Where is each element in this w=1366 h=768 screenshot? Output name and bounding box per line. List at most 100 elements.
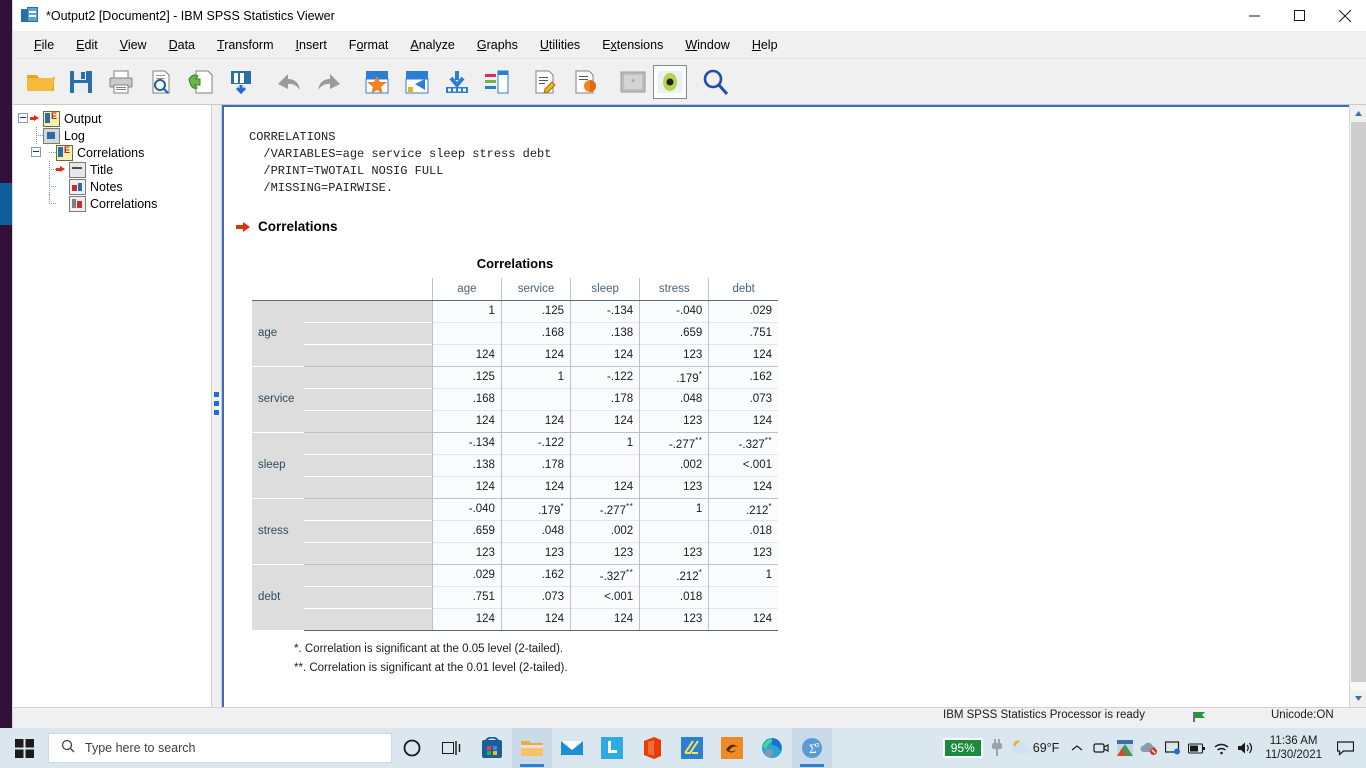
- table-cell[interactable]: 1: [639, 497, 709, 520]
- scroll-down-arrow[interactable]: [1350, 690, 1366, 707]
- splitter-grip[interactable]: [214, 392, 219, 420]
- goto-case-icon[interactable]: [397, 62, 437, 102]
- table-row[interactable]: 123 123 123 123 123: [252, 541, 778, 564]
- redo-icon[interactable]: [309, 62, 349, 102]
- scrollbar-thumb[interactable]: [1351, 122, 1366, 682]
- camera-icon[interactable]: [1089, 728, 1113, 768]
- display-settings-icon[interactable]: [1161, 728, 1185, 768]
- spss-statistics-viewer-icon[interactable]: Σα: [792, 728, 832, 768]
- action-center-icon[interactable]: [1330, 728, 1360, 768]
- menu-item-analyze[interactable]: Analyze: [399, 35, 465, 55]
- collapse-toggle-output[interactable]: [17, 112, 30, 125]
- table-cell[interactable]: .018: [639, 585, 709, 608]
- table-row[interactable]: age 1.125 -.134 -.040.029: [252, 299, 778, 367]
- table-row[interactable]: .751.073 <.001.018: [252, 585, 778, 608]
- table-cell[interactable]: [708, 585, 778, 608]
- table-cell[interactable]: 124: [431, 475, 502, 498]
- table-row[interactable]: stress -.040.179* -.277** 1.212*: [252, 497, 778, 565]
- menu-item-utilities[interactable]: Utilities: [529, 35, 591, 55]
- table-row[interactable]: 124 124 124 123 124: [252, 475, 778, 498]
- table-cell[interactable]: 124: [708, 475, 778, 498]
- table-cell[interactable]: .125: [500, 299, 571, 322]
- menu-item-graphs[interactable]: Graphs: [466, 35, 529, 55]
- export-report-icon[interactable]: [565, 62, 605, 102]
- pane-splitter[interactable]: [211, 105, 222, 707]
- close-button[interactable]: [1322, 0, 1366, 31]
- table-cell[interactable]: .212*: [639, 563, 709, 586]
- output-vertical-scrollbar[interactable]: [1349, 105, 1366, 707]
- export-icon[interactable]: [181, 62, 221, 102]
- table-cell[interactable]: 1: [570, 431, 640, 454]
- output-document-pane[interactable]: CORRELATIONS /VARIABLES=age service slee…: [222, 105, 1349, 707]
- kmplayer-icon[interactable]: [672, 728, 712, 768]
- tree-item-correlations-group[interactable]: Correlations: [13, 144, 211, 161]
- table-cell[interactable]: .162: [500, 563, 571, 586]
- table-cell[interactable]: .073: [500, 585, 571, 608]
- table-cell[interactable]: 123: [639, 607, 709, 631]
- 7zip-icon[interactable]: [1113, 728, 1137, 768]
- table-cell[interactable]: [639, 519, 709, 542]
- table-cell[interactable]: 124: [431, 409, 502, 432]
- tree-item-output[interactable]: Output: [13, 110, 211, 127]
- table-cell[interactable]: .048: [639, 387, 709, 410]
- table-cell[interactable]: -.134: [570, 299, 640, 322]
- promote-icon[interactable]: [437, 62, 477, 102]
- table-cell[interactable]: .048: [500, 519, 571, 542]
- table-cell[interactable]: -.277**: [570, 497, 640, 520]
- table-row[interactable]: service .125 1 -.122.179* .162: [252, 365, 778, 433]
- table-row[interactable]: sleep -.134 -.122 1 -.277** -.327**: [252, 431, 778, 499]
- table-row[interactable]: .168.138.659.751: [252, 321, 778, 344]
- table-cell[interactable]: 124: [708, 409, 778, 432]
- table-cell[interactable]: [570, 453, 640, 476]
- table-cell[interactable]: 124: [708, 343, 778, 366]
- table-cell[interactable]: 124: [570, 409, 640, 432]
- table-cell[interactable]: 124: [570, 343, 640, 366]
- cortana-icon[interactable]: [392, 728, 432, 768]
- print-icon[interactable]: [101, 62, 141, 102]
- open-file-icon[interactable]: [21, 62, 61, 102]
- menu-item-data[interactable]: Data: [158, 35, 206, 55]
- output-navigator-tree[interactable]: Output Log Correlations Title: [13, 105, 211, 707]
- table-cell[interactable]: .212*: [708, 497, 778, 520]
- correlations-table-wrapper[interactable]: Correlations age service sleep stress de…: [252, 256, 778, 678]
- table-cell[interactable]: [431, 321, 502, 344]
- task-view-icon[interactable]: [432, 728, 472, 768]
- table-cell[interactable]: .659: [639, 321, 709, 344]
- menu-item-extensions[interactable]: Extensions: [591, 35, 674, 55]
- battery-percent-badge[interactable]: 95%: [942, 738, 983, 758]
- variables-icon[interactable]: [477, 62, 517, 102]
- menu-item-transform[interactable]: Transform: [206, 35, 285, 55]
- spss-data-editor-icon[interactable]: [712, 728, 752, 768]
- menu-item-insert[interactable]: Insert: [285, 35, 338, 55]
- lockdown-browser-icon[interactable]: [592, 728, 632, 768]
- table-cell[interactable]: 124: [500, 607, 571, 631]
- menu-item-file[interactable]: File: [23, 35, 65, 55]
- table-row[interactable]: 124 124 124 123 124: [252, 343, 778, 366]
- table-row[interactable]: 124 124 124 123 124: [252, 409, 778, 432]
- correlations-output-heading[interactable]: Correlations: [236, 219, 1349, 234]
- table-cell[interactable]: .125: [431, 365, 502, 388]
- correlations-table[interactable]: age service sleep stress debt age 1.125 -.…: [252, 278, 778, 631]
- table-cell[interactable]: 124: [570, 607, 640, 631]
- table-cell[interactable]: 1: [431, 299, 502, 322]
- menu-item-help[interactable]: Help: [741, 35, 789, 55]
- menu-item-format[interactable]: Format: [338, 35, 400, 55]
- table-cell[interactable]: [500, 387, 571, 410]
- table-cell[interactable]: .002: [570, 519, 640, 542]
- table-cell[interactable]: 124: [431, 343, 502, 366]
- table-cell[interactable]: -.277**: [639, 431, 709, 454]
- table-cell[interactable]: 1: [500, 365, 571, 388]
- table-cell[interactable]: 124: [708, 607, 778, 631]
- table-cell[interactable]: .073: [708, 387, 778, 410]
- table-cell[interactable]: 123: [708, 541, 778, 564]
- run-syntax-icon[interactable]: [525, 62, 565, 102]
- table-cell[interactable]: 124: [570, 475, 640, 498]
- table-cell[interactable]: .178: [570, 387, 640, 410]
- table-cell[interactable]: <.001: [570, 585, 640, 608]
- table-cell[interactable]: .138: [431, 453, 502, 476]
- table-cell[interactable]: .168: [431, 387, 502, 410]
- microsoft-office-icon[interactable]: [632, 728, 672, 768]
- table-cell[interactable]: .751: [708, 321, 778, 344]
- tree-item-notes[interactable]: Notes: [13, 178, 211, 195]
- table-cell[interactable]: .168: [500, 321, 571, 344]
